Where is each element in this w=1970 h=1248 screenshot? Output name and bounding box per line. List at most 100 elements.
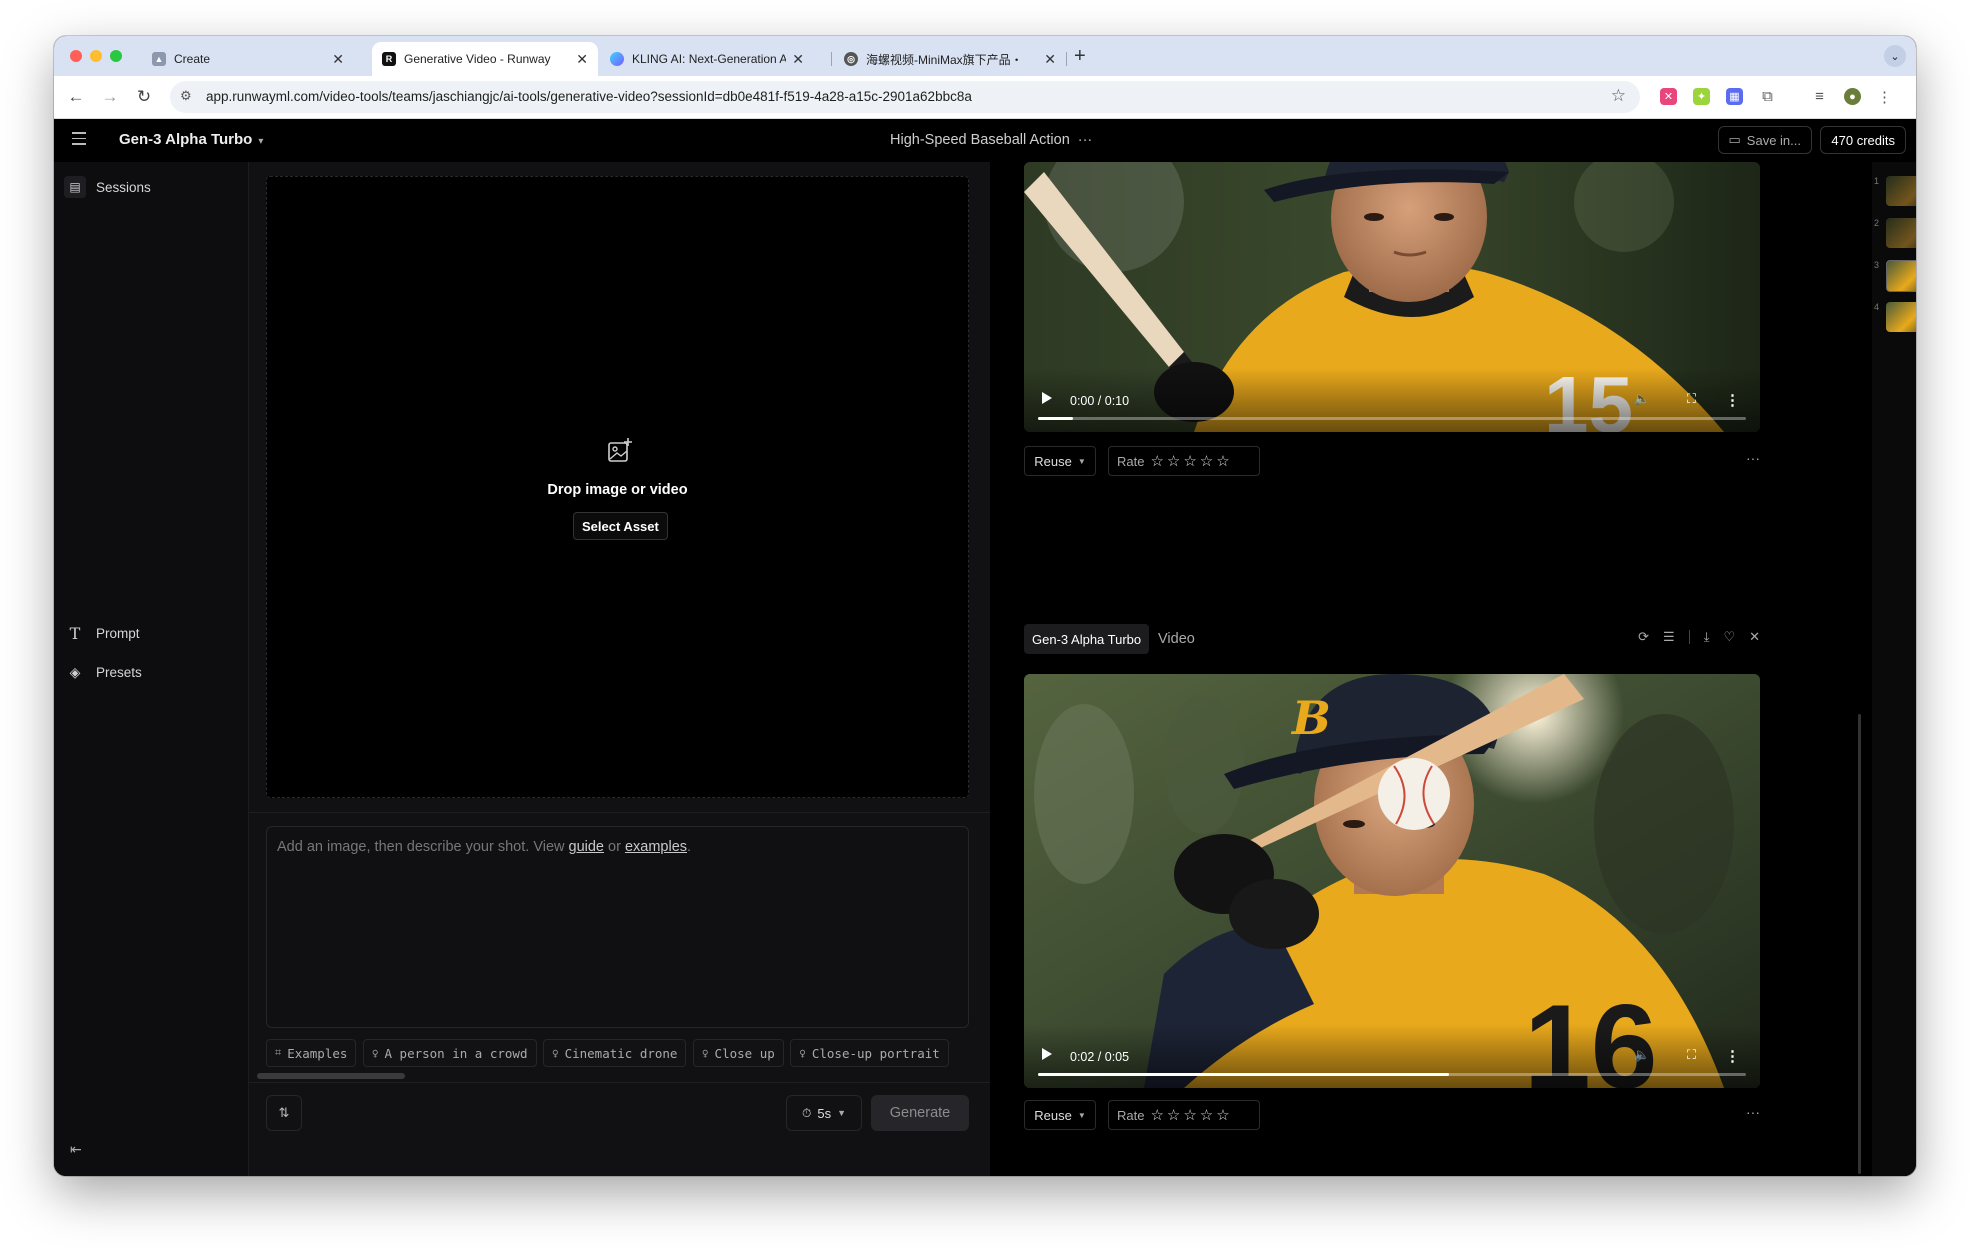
chip-label: Close-up portrait [811,1045,940,1061]
save-in-button[interactable]: ▭ Save in... [1717,126,1812,154]
generation-settings-button[interactable]: ⇅ [266,1095,302,1131]
output-video[interactable]: 16 B [1024,674,1760,1088]
play-icon[interactable] [1042,1048,1052,1060]
extension-icon[interactable]: ✕ [1660,88,1677,105]
url-text[interactable]: app.runwayml.com/video-tools/teams/jasch… [206,89,972,104]
outputs-scrollbar[interactable] [1858,714,1861,1174]
chip-label: A person in a crowd [384,1045,528,1061]
duration-select[interactable]: ⏱ 5s ▼ [786,1095,862,1131]
chip-suggestion[interactable]: ♀ Close up [692,1039,784,1067]
select-asset-button[interactable]: Select Asset [573,512,668,540]
chips-scrollbar[interactable] [257,1073,405,1079]
tab-title: Create [174,52,211,66]
asset-drop-zone[interactable]: Drop image or video Select Asset [266,176,969,798]
lightbulb-icon: ♀ [551,1046,559,1060]
app-header: Gen-3 Alpha Turbo ▾ High-Speed Baseball A… [54,119,1916,162]
thumbnail[interactable] [1886,176,1916,206]
reuse-button[interactable]: Reuse ▼ [1024,1100,1096,1130]
guide-link[interactable]: guide [569,839,604,855]
maximize-window-button[interactable] [110,50,122,62]
tab-hailuo[interactable]: ◎ 海螺视频-MiniMax旗下产品・ ✕ [834,42,1066,76]
fullscreen-icon[interactable]: ⛶ [1687,1047,1696,1063]
thumbnail[interactable] [1886,260,1916,292]
thumbnail[interactable] [1886,218,1916,248]
folder-icon: ▭ [1728,132,1741,147]
more-options-icon[interactable]: ··· [1746,1104,1760,1120]
examples-link[interactable]: examples [625,839,687,855]
tab-kling[interactable]: KLING AI: Next-Generation AI ✕ [600,42,814,76]
tab-title: KLING AI: Next-Generation AI [632,52,787,66]
details-icon[interactable]: ☰ [1663,629,1675,645]
puzzle-icon[interactable]: ⧉ [1759,88,1776,105]
thumbnail[interactable] [1886,302,1916,332]
chevron-down-icon: ⌄ [1890,50,1900,63]
browser-menu-icon[interactable]: ⋮ [1876,88,1893,106]
fullscreen-icon[interactable]: ⛶ [1687,391,1696,407]
regenerate-icon[interactable]: ⟳ [1638,629,1649,645]
chevron-down-icon: ▼ [1077,1110,1086,1120]
star-rating[interactable]: ☆☆☆☆☆ [1150,1106,1232,1124]
video-progress-bar[interactable] [1038,417,1746,420]
tab-create[interactable]: ▲ Create ✕ [142,42,354,76]
add-image-icon [608,438,632,462]
rate-control[interactable]: Rate ☆☆☆☆☆ [1108,1100,1260,1130]
chip-examples[interactable]: ⌗ Examples [266,1039,357,1067]
close-tab-icon[interactable]: ✕ [576,51,588,68]
credits-button[interactable]: 470 credits [1820,126,1906,154]
sidebar-item-sessions[interactable]: ▤ Sessions [64,176,151,198]
reading-list-icon[interactable]: ≡ [1811,88,1828,105]
site-settings-icon[interactable]: ⚙ [180,88,192,104]
close-icon[interactable]: ✕ [1749,629,1760,645]
session-title[interactable]: High-Speed Baseball Action ··· [890,132,1092,148]
more-vertical-icon[interactable]: ⋮ [1725,1047,1740,1065]
sidebar-item-presets[interactable]: ◈ Presets [64,661,142,683]
lightbulb-icon: ♀ [701,1046,709,1060]
play-icon[interactable] [1042,392,1052,404]
collapse-sidebar-icon[interactable]: ⇤ [70,1141,82,1158]
close-tab-icon[interactable]: ✕ [1044,51,1056,68]
video-controls: 0:02 / 0:05 🔈 ⛶ ⋮ [1024,1024,1760,1088]
back-button[interactable]: ← [64,85,88,109]
minimize-window-button[interactable] [90,50,102,62]
star-rating[interactable]: ☆☆☆☆☆ [1150,452,1232,470]
bookmark-star-icon[interactable]: ☆ [1611,86,1626,106]
profile-avatar[interactable]: ● [1844,88,1861,105]
menu-icon[interactable] [72,132,86,149]
extension-icon[interactable]: ▦ [1726,88,1743,105]
chip-suggestion[interactable]: ♀ Cinematic drone [542,1039,687,1067]
text-icon: T [69,623,81,643]
volume-icon[interactable]: 🔈 [1634,1047,1650,1063]
chip-suggestion[interactable]: ♀ A person in a crowd [362,1039,537,1067]
chip-label: Examples [287,1045,348,1061]
new-tab-button[interactable]: + [1074,44,1086,68]
volume-icon[interactable]: 🔈 [1634,391,1650,407]
prompt-input[interactable]: Add an image, then describe your shot. V… [266,826,969,1028]
reload-button[interactable]: ↻ [132,85,156,109]
download-icon[interactable]: ⤓ [1704,629,1710,645]
generate-button[interactable]: Generate [871,1095,969,1131]
close-tab-icon[interactable]: ✕ [792,51,804,68]
sidebar-item-prompt[interactable]: T Prompt [64,622,140,644]
reload-icon: ↻ [136,87,152,106]
video-progress-bar[interactable] [1038,1073,1746,1076]
browser-toolbar: ← → ↻ ⚙ app.runwayml.com/video-tools/tea… [54,76,1916,119]
tab-separator [1066,52,1067,66]
reuse-button[interactable]: Reuse ▼ [1024,446,1096,476]
address-bar[interactable]: ⚙ app.runwayml.com/video-tools/teams/jas… [170,81,1640,113]
favorite-heart-icon[interactable]: ♡ [1723,629,1735,645]
rate-control[interactable]: Rate ☆☆☆☆☆ [1108,446,1260,476]
model-selector[interactable]: Gen-3 Alpha Turbo ▾ [119,131,263,148]
arrow-right-icon: → [101,87,119,106]
close-window-button[interactable] [70,50,82,62]
more-vertical-icon[interactable]: ⋮ [1725,391,1740,409]
output-video[interactable]: 15 0:00 / 0:10 🔈 [1024,162,1760,432]
forward-button[interactable]: → [98,85,122,109]
more-options-icon[interactable]: ··· [1746,450,1760,466]
extension-icon[interactable]: ✦ [1693,88,1710,105]
tab-search-button[interactable]: ⌄ [1884,45,1906,67]
more-icon[interactable]: ··· [1078,132,1093,148]
video-time: 0:02 / 0:05 [1070,1050,1130,1064]
tab-runway[interactable]: R Generative Video - Runway ✕ [372,42,598,76]
close-tab-icon[interactable]: ✕ [332,51,344,68]
chip-suggestion[interactable]: ♀ Close-up portrait [790,1039,949,1067]
